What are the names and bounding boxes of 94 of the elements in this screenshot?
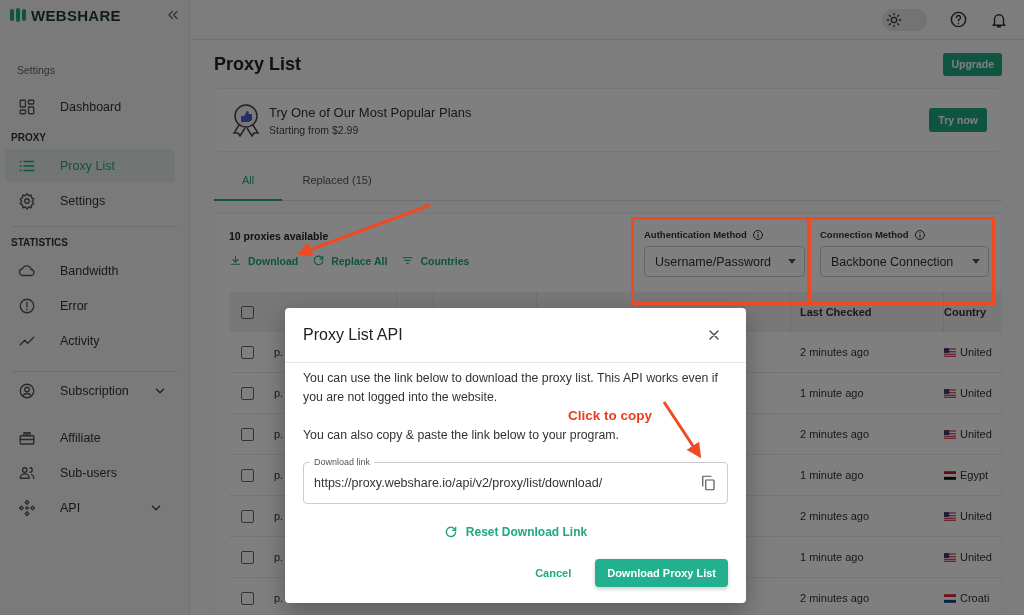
sun-icon (886, 11, 902, 28)
diamond-dots-icon (18, 498, 36, 517)
promo-title: Try One of Our Most Popular Plans (269, 104, 473, 120)
page-title: Proxy List (214, 53, 302, 75)
checkbox[interactable] (240, 550, 254, 564)
sidebar-item[interactable]: Settings (5, 184, 175, 217)
table-cell: United (960, 428, 992, 440)
sidebar-item[interactable]: Subscription (5, 374, 175, 407)
table-cell: United (960, 346, 992, 358)
table-cell: p. (274, 387, 284, 399)
table-cell: 2 minutes ago (800, 346, 870, 358)
table-cell: 2 minutes ago (800, 510, 870, 522)
refresh-icon (443, 525, 458, 539)
medal-icon (231, 103, 261, 137)
table-cell: Egypt (960, 469, 989, 481)
dropdown-label: Authentication Method (644, 228, 747, 242)
proxy-count: 10 proxies available (229, 229, 330, 244)
checkbox[interactable] (240, 509, 254, 523)
flag-icon (944, 552, 956, 562)
dialog-text: You can use the link below to download the proxy list. This API works even if you are not logged into the website. (303, 370, 719, 406)
cancel-button[interactable]: Cancel (531, 563, 576, 583)
sidebar-item[interactable]: Affiliate (5, 421, 175, 454)
table-cell: United (960, 551, 992, 563)
flag-icon (944, 347, 956, 357)
sidebar-item[interactable]: Activity (5, 324, 175, 357)
info-icon (751, 229, 764, 241)
table-cell: p. (274, 346, 284, 358)
flag-icon (944, 470, 956, 480)
table-cell: p. (274, 428, 284, 440)
promo-subtitle: Starting from $2.99 (269, 123, 360, 136)
table-cell: p. (274, 551, 284, 563)
dropdown[interactable]: Backbone Connection (820, 246, 989, 277)
section-title: STATISTICS (10, 236, 69, 250)
column-header: Country (944, 306, 987, 318)
checkbox[interactable] (240, 591, 254, 605)
column-header: Last Checked (800, 306, 872, 318)
dropdown-label: Connection Method (820, 228, 909, 242)
checkbox[interactable] (240, 305, 254, 319)
logo-icon (10, 8, 26, 22)
upgrade-button[interactable]: Upgrade (943, 52, 1002, 76)
tab[interactable]: All (214, 160, 282, 201)
dropdown[interactable]: Username/Password (644, 246, 805, 277)
alert-icon (18, 296, 36, 315)
callout-text: Click to copy (568, 408, 653, 423)
filter-icon (401, 254, 415, 267)
toolbar-link[interactable]: Download (229, 254, 299, 267)
table-cell: 1 minute ago (800, 551, 864, 563)
flag-icon (944, 511, 956, 521)
download-button[interactable]: Download Proxy List (595, 559, 728, 587)
dialog-text: You can also copy & paste the link below to your program. (303, 427, 621, 444)
tab[interactable]: Replaced (15) (282, 160, 392, 201)
refresh-icon (312, 254, 326, 267)
brand-name: WEBSHARE (31, 6, 122, 24)
table-cell: 2 minutes ago (800, 592, 870, 604)
reset-link[interactable]: Reset Download Link (443, 525, 588, 539)
flag-icon (944, 429, 956, 439)
sidebar-item[interactable]: Error (5, 289, 175, 322)
flag-icon (944, 388, 956, 398)
toolbar-link[interactable]: Replace All (312, 254, 388, 267)
section-heading: Settings (16, 63, 56, 78)
sidebar-item[interactable]: Bandwidth (5, 254, 175, 287)
table-cell: Croati (960, 592, 990, 604)
table-cell: p. (274, 469, 284, 481)
checkbox[interactable] (240, 427, 254, 441)
dashboard-icon (18, 97, 36, 116)
flag-icon (944, 593, 956, 603)
table-cell: 1 minute ago (800, 387, 864, 399)
theme-toggle[interactable] (882, 8, 927, 31)
checkbox[interactable] (240, 468, 254, 482)
caret-icon (972, 259, 980, 264)
annotation-arrow (662, 401, 702, 459)
table-cell: United (960, 510, 992, 522)
table-cell: United (960, 387, 992, 399)
settings-icon (18, 191, 36, 210)
table-cell: p. (274, 592, 284, 604)
copy-icon[interactable] (699, 474, 717, 492)
caret-icon (788, 259, 796, 264)
help-icon[interactable] (949, 10, 968, 29)
download-icon (229, 254, 242, 267)
dialog-title: Proxy List API (303, 326, 403, 344)
collapse-icon[interactable] (166, 8, 180, 22)
sidebar-item[interactable]: Dashboard (5, 90, 175, 123)
section-title: PROXY (10, 131, 47, 145)
info-icon (913, 229, 926, 241)
checkbox[interactable] (240, 345, 254, 359)
toolbar-link[interactable]: Countries (401, 254, 470, 267)
sidebar-item[interactable]: Sub-users (5, 456, 175, 489)
table-cell: p. (274, 510, 284, 522)
try-now-button[interactable]: Try now (929, 108, 987, 132)
sidebar-item[interactable]: API (5, 491, 175, 524)
user-circle-icon (18, 381, 36, 400)
checkbox[interactable] (240, 386, 254, 400)
table-cell: 1 minute ago (800, 469, 864, 481)
table-cell: 2 minutes ago (800, 428, 870, 440)
